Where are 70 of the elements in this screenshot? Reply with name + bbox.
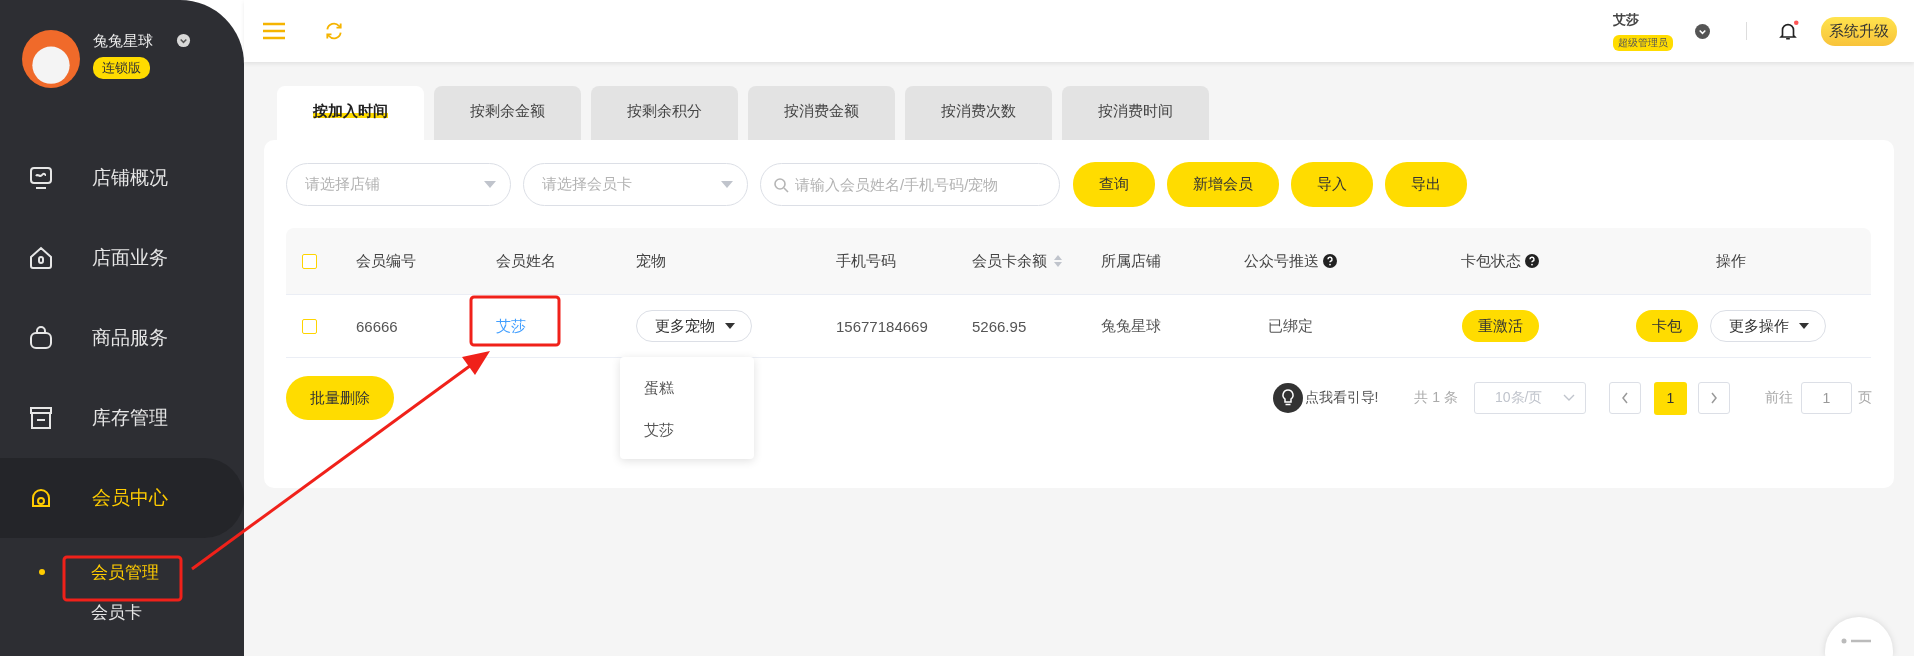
action-button[interactable]: 导出 [1385,162,1467,207]
refresh-icon[interactable] [324,21,344,41]
table-cell: 15677184669 [836,317,928,335]
sidebar-item[interactable]: 库存管理 [0,378,244,458]
sidebar-item[interactable]: 会员中心 [0,458,244,538]
search-icon [773,176,789,193]
column-header: 公众号推送 [1243,251,1319,271]
tab[interactable]: 按剩余金额 [434,86,581,140]
total-count: 共 1 条 [1414,389,1458,407]
help-icon[interactable] [1322,254,1337,268]
page-unit: 页 [1858,389,1872,407]
avatar-icon [22,30,80,88]
floating-list-button[interactable] [1824,616,1894,656]
edition-badge: 连锁版 [93,57,150,79]
column-header: 宠物 [636,251,666,271]
help-icon[interactable] [1525,254,1539,268]
user-name: 艾莎 [1613,11,1639,29]
lightbulb-icon[interactable] [1272,383,1303,413]
bell-icon[interactable] [1777,20,1799,42]
action-button[interactable]: 新增会员 [1167,162,1279,207]
monitor-icon [28,165,54,191]
table-cell: 66666 [356,317,398,335]
dropdown-item[interactable]: 蛋糕 [620,367,754,409]
checkbox[interactable] [302,318,317,334]
table-cell: 兔兔星球 [1101,316,1161,336]
pets-dropdown-button[interactable]: 更多宠物 [636,310,752,342]
sidebar-item[interactable]: 店面业务 [0,218,244,298]
box-icon [28,405,54,431]
checkbox[interactable] [302,253,317,269]
column-header: 会员卡余额 [972,251,1047,271]
column-header: 卡包状态 [1461,251,1521,271]
sidebar-item[interactable]: 商品服务 [0,298,244,378]
column-header: 会员姓名 [496,251,556,271]
bag-icon [28,325,54,351]
next-page-button[interactable] [1698,382,1730,414]
menu-icon[interactable] [262,21,286,41]
chevron-down-icon[interactable] [176,33,191,48]
column-header: 所属店铺 [1101,251,1161,271]
reactivate-button[interactable]: 重激活 [1461,310,1539,342]
action-button[interactable]: 查询 [1073,162,1155,207]
chevron-left-icon [1621,392,1629,404]
tab[interactable]: 按消费次数 [905,86,1052,140]
submenu-item[interactable]: 会员管理 [0,552,244,592]
card-wallet-button[interactable]: 卡包 [1636,310,1698,342]
dropdown-item[interactable]: 艾莎 [620,409,754,451]
upgrade-button[interactable]: 系统升级 [1821,16,1897,46]
tab[interactable]: 按剩余积分 [591,86,738,140]
chevron-right-icon [1710,392,1718,404]
page-button[interactable]: 1 [1654,381,1687,415]
more-actions-button[interactable]: 更多操作 [1710,310,1826,342]
batch-delete-button[interactable]: 批量删除 [286,376,394,420]
table-cell: 已绑定 [1267,316,1313,336]
store-name: 兔兔星球 [93,32,153,51]
tab[interactable]: 按消费金额 [748,86,895,140]
house-icon [28,245,54,271]
goto-label: 前往 [1765,389,1793,407]
column-header: 操作 [1716,251,1746,271]
chevron-down-icon[interactable] [1695,23,1710,39]
table-cell: 5266.95 [972,317,1027,335]
chevron-down-icon [1563,394,1575,402]
column-header: 手机号码 [836,251,896,271]
action-button[interactable]: 导入 [1291,162,1373,207]
guide-link[interactable]: 点我看引导! [1304,389,1379,407]
column-header: 会员编号 [356,251,416,271]
previous-page-button[interactable] [1609,382,1641,414]
role-badge: 超级管理员 [1613,35,1673,51]
submenu-item[interactable]: 会员卡 [0,592,244,632]
sidebar-item[interactable]: 店铺概况 [0,138,244,218]
tab[interactable]: 按消费时间 [1062,86,1209,140]
sort-icon[interactable] [1053,254,1063,268]
